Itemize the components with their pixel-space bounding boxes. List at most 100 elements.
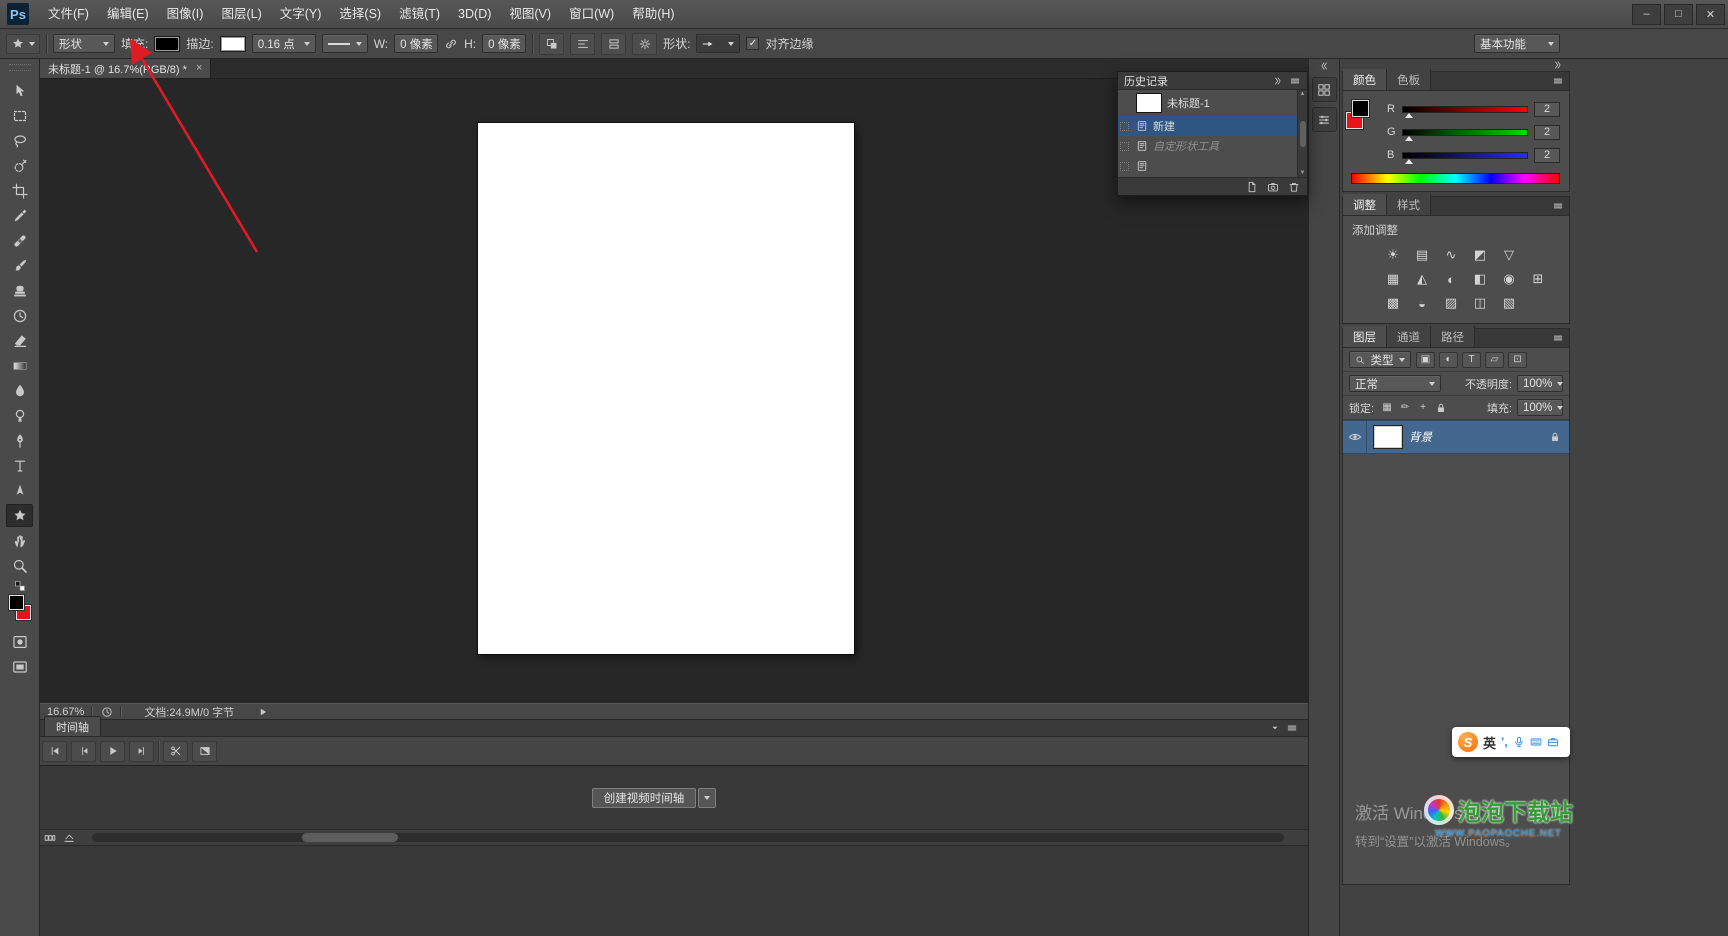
collapse-panels-icon[interactable] bbox=[1553, 60, 1563, 70]
previous-frame-button[interactable] bbox=[71, 740, 96, 762]
new-document-from-state-button[interactable] bbox=[1246, 181, 1258, 193]
panel-menu[interactable] bbox=[1552, 200, 1564, 215]
fill-swatch[interactable] bbox=[154, 35, 181, 52]
create-video-timeline-button[interactable]: 创建视频时间轴 bbox=[591, 788, 697, 808]
panel-menu-icon[interactable] bbox=[1286, 722, 1298, 734]
move-tool[interactable] bbox=[6, 79, 33, 102]
channel-track[interactable] bbox=[1402, 105, 1528, 118]
transition-button[interactable] bbox=[192, 740, 217, 762]
render-export-icon[interactable] bbox=[63, 832, 75, 844]
stroke-width-field[interactable]: 0.16 点 bbox=[251, 34, 316, 53]
adjustment-icon[interactable]: ◐ bbox=[1441, 271, 1461, 287]
history-scrollbar[interactable]: ▲ ▼ bbox=[1297, 90, 1307, 177]
adjustment-icon[interactable]: ▩ bbox=[1383, 295, 1403, 311]
layer-filter-icon[interactable]: ⊡ bbox=[1508, 351, 1527, 368]
toolbox-icon[interactable] bbox=[1547, 736, 1559, 748]
maximize-button[interactable]: □ bbox=[1664, 3, 1693, 25]
adjustment-icon[interactable]: ◭ bbox=[1412, 271, 1432, 287]
menubar-item[interactable]: 滤镜(T) bbox=[390, 0, 449, 29]
pen-tool[interactable] bbox=[6, 429, 33, 452]
adjustment-icon[interactable]: ∿ bbox=[1441, 247, 1461, 263]
color-spectrum-ramp[interactable] bbox=[1351, 173, 1560, 184]
scroll-down-icon[interactable]: ▼ bbox=[1300, 170, 1306, 176]
panel-tab[interactable]: 通道 bbox=[1387, 326, 1431, 347]
panel-menu[interactable] bbox=[1552, 75, 1564, 90]
adjustment-icon[interactable]: ▤ bbox=[1412, 247, 1432, 263]
collapse-panel-icon[interactable] bbox=[1273, 76, 1283, 86]
collapsed-panel-button-2[interactable] bbox=[1311, 107, 1337, 132]
collapsed-panel-button-1[interactable] bbox=[1311, 77, 1337, 102]
eyedropper-tool[interactable] bbox=[6, 204, 33, 227]
ime-punctuation-toggle[interactable]: ’, bbox=[1501, 735, 1508, 749]
menubar-item[interactable]: 视图(V) bbox=[500, 0, 560, 29]
adjustment-icon[interactable]: ▦ bbox=[1383, 271, 1403, 287]
marquee-tool[interactable] bbox=[6, 104, 33, 127]
layer-thumbnail[interactable] bbox=[1374, 426, 1402, 448]
brush-tool[interactable] bbox=[6, 254, 33, 277]
channel-value[interactable]: 2 bbox=[1534, 124, 1560, 140]
shape-mode-dropdown[interactable]: 形状 bbox=[53, 34, 115, 53]
scissors-button[interactable] bbox=[163, 740, 188, 762]
menubar-item[interactable]: 3D(D) bbox=[449, 0, 500, 29]
healing-brush-tool[interactable] bbox=[6, 229, 33, 252]
channel-track[interactable] bbox=[1402, 128, 1528, 141]
status-popup-arrow[interactable] bbox=[258, 707, 268, 717]
layer-filter-icon[interactable]: T bbox=[1462, 351, 1481, 368]
clone-stamp-tool[interactable] bbox=[6, 279, 33, 302]
scrollbar-thumb[interactable] bbox=[1299, 120, 1306, 147]
expand-panels-button[interactable] bbox=[1319, 59, 1329, 72]
menubar-item[interactable]: 图像(I) bbox=[158, 0, 213, 29]
adjustment-icon[interactable]: ▨ bbox=[1441, 295, 1461, 311]
foreground-color-swatch[interactable] bbox=[8, 595, 24, 610]
new-snapshot-button[interactable] bbox=[1267, 181, 1279, 193]
keyboard-icon[interactable] bbox=[1530, 736, 1542, 748]
crop-tool[interactable] bbox=[6, 179, 33, 202]
slider-thumb[interactable] bbox=[1405, 135, 1413, 141]
eraser-tool[interactable] bbox=[6, 329, 33, 352]
next-frame-button[interactable] bbox=[129, 740, 154, 762]
menubar-item[interactable]: 窗口(W) bbox=[560, 0, 623, 29]
history-source-box[interactable] bbox=[1120, 141, 1129, 151]
channel-track[interactable] bbox=[1402, 151, 1528, 164]
history-item[interactable]: 自定形状工具 bbox=[1118, 136, 1297, 156]
tab-timeline[interactable]: 时间轴 bbox=[44, 716, 101, 736]
history-item[interactable]: 新建 bbox=[1118, 116, 1297, 136]
layer-row-background[interactable]: 背景 bbox=[1343, 420, 1569, 454]
geometry-options-button[interactable] bbox=[632, 32, 658, 55]
menubar-item[interactable]: 选择(S) bbox=[330, 0, 390, 29]
adjustment-icon[interactable]: ◧ bbox=[1470, 271, 1490, 287]
foreground-color-swatch[interactable] bbox=[1352, 100, 1369, 117]
history-source-box[interactable] bbox=[1120, 161, 1129, 171]
fill-opacity-field[interactable]: 100% bbox=[1517, 399, 1564, 416]
menubar-item[interactable]: 文件(F) bbox=[39, 0, 98, 29]
layer-filter-dropdown[interactable]: 类型 bbox=[1349, 351, 1411, 368]
frame-animation-icon[interactable] bbox=[44, 832, 56, 844]
hand-tool[interactable] bbox=[6, 529, 33, 552]
history-source-box[interactable] bbox=[1120, 121, 1129, 131]
delete-state-button[interactable] bbox=[1288, 181, 1300, 193]
layer-visibility-toggle[interactable] bbox=[1343, 421, 1367, 453]
close-icon[interactable]: × bbox=[196, 63, 202, 74]
play-button[interactable] bbox=[100, 740, 125, 762]
shape-picker-dropdown[interactable] bbox=[696, 34, 741, 53]
path-operations-button[interactable] bbox=[539, 32, 565, 55]
history-item[interactable]: 未标题-1 bbox=[1118, 90, 1297, 116]
height-field[interactable]: 0 像素 bbox=[482, 34, 527, 53]
adjustment-icon[interactable]: ◒ bbox=[1412, 295, 1432, 311]
history-panel-header[interactable]: 历史记录 bbox=[1118, 72, 1307, 90]
channel-value[interactable]: 2 bbox=[1534, 147, 1560, 163]
ime-logo-icon[interactable]: S bbox=[1458, 732, 1478, 752]
quick-selection-tool[interactable] bbox=[6, 154, 33, 177]
scrollbar-thumb[interactable] bbox=[302, 833, 398, 842]
minimize-button[interactable]: – bbox=[1632, 3, 1661, 25]
layer-filter-icon[interactable]: ◐ bbox=[1439, 351, 1458, 368]
ime-language-mode[interactable]: 英 bbox=[1483, 733, 1496, 752]
panel-menu[interactable] bbox=[1552, 332, 1564, 347]
history-brush-tool[interactable] bbox=[6, 304, 33, 327]
blur-tool[interactable] bbox=[6, 379, 33, 402]
path-arrangement-button[interactable] bbox=[601, 32, 627, 55]
adjustment-icon[interactable]: ▧ bbox=[1499, 295, 1519, 311]
adjustment-icon[interactable]: ▽ bbox=[1499, 247, 1519, 263]
menubar-item[interactable]: 帮助(H) bbox=[623, 0, 683, 29]
path-alignment-button[interactable] bbox=[570, 32, 596, 55]
